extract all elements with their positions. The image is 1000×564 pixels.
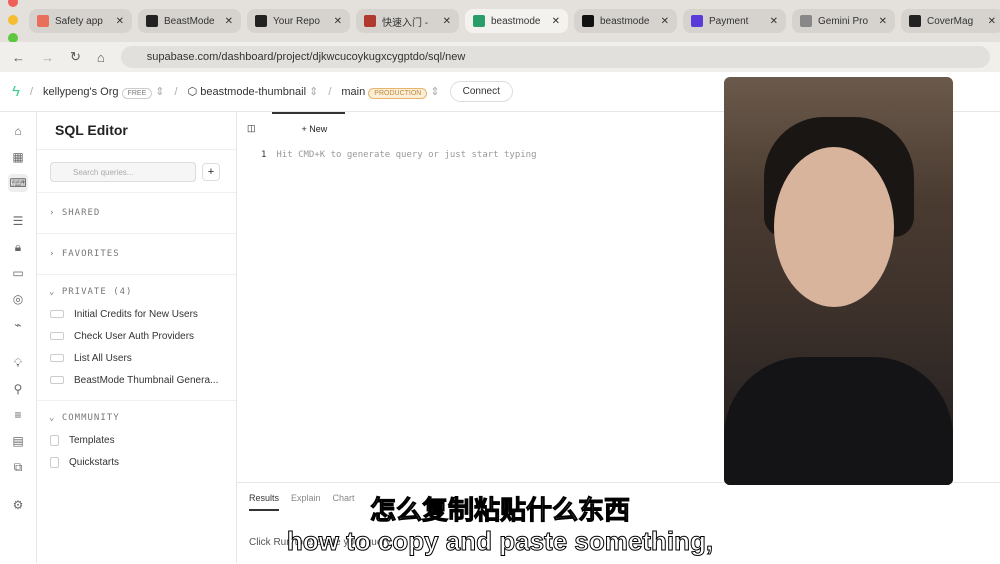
section-favorites[interactable]: › FAVORITES xyxy=(37,233,236,274)
tab-title: Payment xyxy=(709,15,749,27)
tab-favicon-icon xyxy=(800,15,812,27)
close-tab-icon[interactable]: ✕ xyxy=(334,16,342,27)
document-icon xyxy=(50,456,59,468)
query-list-item[interactable]: Initial Credits for New Users xyxy=(37,304,236,326)
sql-editor-icon[interactable]: ⌨ xyxy=(8,174,28,192)
tab-title: Gemini Pro xyxy=(818,15,869,27)
query-name: List All Users xyxy=(74,353,132,364)
home-icon[interactable]: ⌂ xyxy=(8,122,28,140)
close-tab-icon[interactable]: ✕ xyxy=(443,16,451,27)
supabase-logo-icon[interactable]: ϟ xyxy=(12,83,20,100)
database-icon[interactable]: ☰ xyxy=(8,212,28,230)
search-queries-input[interactable]: Search queries... xyxy=(50,162,196,182)
browser-tab-bar: Safety app ✕ BeastMode ✕ Your Repo ✕ 快速入门 - ✕ be… xyxy=(0,0,1000,43)
query-list-item[interactable]: BeastMode Thumbnail Genera... xyxy=(37,370,236,392)
document-icon xyxy=(50,434,59,446)
advisors-bulb-icon[interactable]: 💡︎ xyxy=(8,354,28,372)
tab-favicon-icon xyxy=(691,15,703,27)
close-tab-icon[interactable]: ✕ xyxy=(879,16,887,27)
add-query-button[interactable]: + xyxy=(202,163,220,181)
tab-favicon-icon xyxy=(582,15,594,27)
tab-favicon-icon xyxy=(146,15,158,27)
browser-tab[interactable]: Payment ✕ xyxy=(683,9,786,33)
toggle-sidebar-icon[interactable]: ◫ xyxy=(247,123,256,134)
tab-favicon-icon xyxy=(255,15,267,27)
tab-title: Safety app xyxy=(55,15,103,27)
close-tab-icon[interactable]: ✕ xyxy=(770,16,778,27)
browser-tab[interactable]: Safety app ✕ xyxy=(29,9,132,33)
query-name: Initial Credits for New Users xyxy=(74,309,198,320)
realtime-icon[interactable]: ◎ xyxy=(8,290,28,308)
tab-favicon-icon xyxy=(909,15,921,27)
sql-file-icon xyxy=(50,310,64,319)
browser-tab[interactable]: BeastMode ✕ xyxy=(138,9,241,33)
integrations-icon[interactable]: ⧉ xyxy=(8,458,28,476)
tab-title: beastmode xyxy=(491,15,541,27)
org-selector[interactable]: kellypeng's Org FREE ⇕ xyxy=(43,85,165,99)
table-editor-icon[interactable]: ▦ xyxy=(8,148,28,166)
community-item-label: Quickstarts xyxy=(69,457,120,468)
community-list-item[interactable]: Templates xyxy=(37,430,236,452)
browser-tab[interactable]: Gemini Pro ✕ xyxy=(792,9,895,33)
sql-file-icon xyxy=(50,354,64,363)
home-icon[interactable]: ⌂ xyxy=(97,50,105,65)
logs-list-icon[interactable]: ≡ xyxy=(8,406,28,424)
address-bar-row: ← → ↻ ⌂ supabase.com/dashboard/project/d… xyxy=(0,42,1000,72)
close-tab-icon[interactable]: ✕ xyxy=(988,16,996,27)
query-name: Check User Auth Providers xyxy=(74,331,195,342)
branch-selector[interactable]: main PRODUCTION ⇕ xyxy=(341,85,440,99)
window-controls[interactable] xyxy=(8,0,23,48)
connect-button[interactable]: Connect xyxy=(449,81,513,102)
tab-title: 快速入门 - xyxy=(382,17,429,29)
back-icon[interactable]: ← xyxy=(12,50,25,65)
close-tab-icon[interactable]: ✕ xyxy=(225,16,233,27)
auth-lock-icon[interactable]: 🔒︎ xyxy=(8,238,28,256)
subtitle-chinese: 怎么复制粘贴什么东西 xyxy=(369,495,630,526)
browser-tab[interactable]: Your Repo ✕ xyxy=(247,9,350,33)
section-community[interactable]: ⌄ COMMUNITY xyxy=(37,400,236,430)
tab-title: CoverMag xyxy=(927,15,974,27)
reload-icon[interactable]: ↻ xyxy=(70,49,81,65)
sql-file-icon xyxy=(50,332,64,341)
tab-favicon-icon xyxy=(364,15,376,27)
api-docs-icon[interactable]: ▤ xyxy=(8,432,28,450)
query-list-item[interactable]: List All Users xyxy=(37,348,236,370)
browser-tab[interactable]: beastmode ✕ xyxy=(465,9,568,33)
close-tab-icon[interactable]: ✕ xyxy=(661,16,669,27)
community-item-label: Templates xyxy=(69,435,115,446)
query-list-item[interactable]: Check User Auth Providers xyxy=(37,326,236,348)
tab-new[interactable]: + New xyxy=(271,112,346,144)
tab-favicon-icon xyxy=(37,15,49,27)
close-tab-icon[interactable]: ✕ xyxy=(552,16,560,27)
browser-tab[interactable]: beastmode ✕ xyxy=(574,9,677,33)
section-shared[interactable]: › SHARED xyxy=(37,192,236,233)
community-list-item[interactable]: Quickstarts xyxy=(37,452,236,474)
tab-title: BeastMode xyxy=(164,15,215,27)
browser-tab[interactable]: 快速入门 - ✕ xyxy=(356,9,459,33)
storage-icon[interactable]: ▭ xyxy=(8,264,28,282)
close-tab-icon[interactable]: ✕ xyxy=(116,16,124,27)
sql-file-icon xyxy=(50,376,64,385)
tab-title: beastmode xyxy=(600,15,650,27)
tab-favicon-icon xyxy=(473,15,485,27)
url-input[interactable]: supabase.com/dashboard/project/djkwcucoy… xyxy=(120,46,990,68)
query-name: BeastMode Thumbnail Genera... xyxy=(74,375,219,386)
forward-icon[interactable]: → xyxy=(41,50,54,65)
sidebar-title: SQL Editor xyxy=(37,112,236,150)
edge-functions-icon[interactable]: ⌁ xyxy=(8,316,28,334)
reports-icon[interactable]: ⚲ xyxy=(8,380,28,398)
browser-tab[interactable]: CoverMag ✕ xyxy=(901,9,1000,33)
tab-title: Your Repo xyxy=(273,15,320,27)
section-private[interactable]: ⌄ PRIVATE (4) xyxy=(37,274,236,304)
webcam-overlay xyxy=(724,77,953,485)
project-selector[interactable]: ⬡ beastmode-thumbnail ⇕ xyxy=(188,85,319,98)
subtitle-english: how to copy and paste something, xyxy=(286,526,714,557)
